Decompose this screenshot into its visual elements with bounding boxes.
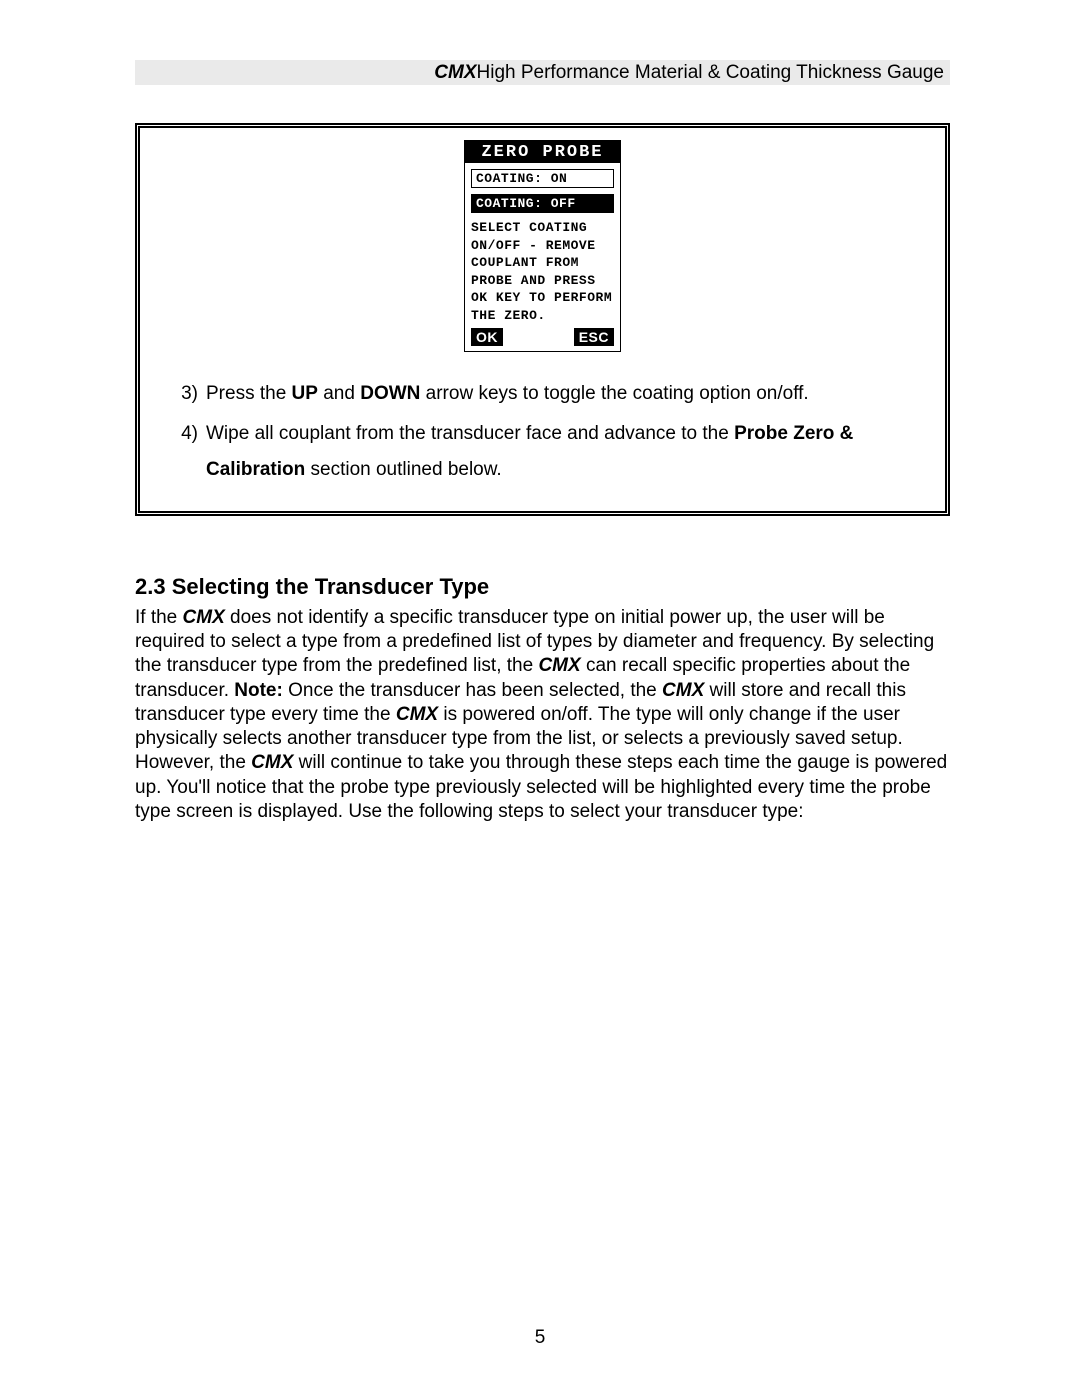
key-down: DOWN (360, 383, 420, 404)
t: If the (135, 607, 183, 628)
note-label: Note: (234, 680, 283, 701)
ok-button[interactable]: OK (471, 328, 503, 346)
step-4: 4) Wipe all couplant from the transducer… (168, 416, 917, 488)
step-number: 4) (168, 416, 206, 488)
msg-line: OK KEY TO PERFORM (471, 289, 614, 307)
brand-ref: CMX (396, 704, 438, 725)
section-heading: 2.3 Selecting the Transducer Type (135, 574, 950, 600)
t: Press the (206, 383, 292, 404)
device-screen: ZERO PROBE COATING: ON COATING: OFF SELE… (464, 140, 621, 352)
brand-ref: CMX (662, 680, 704, 701)
page-header: CMX High Performance Material & Coating … (135, 60, 950, 85)
step-text: Press the UP and DOWN arrow keys to togg… (206, 376, 917, 412)
screen-body: COATING: ON COATING: OFF SELECT COATING … (465, 163, 620, 328)
page-number: 5 (0, 1327, 1080, 1349)
msg-line: ON/OFF - REMOVE (471, 237, 614, 255)
header-tail: High Performance Material & Coating Thic… (477, 62, 945, 84)
msg-line: SELECT COATING (471, 219, 614, 237)
screen-message: SELECT COATING ON/OFF - REMOVE COUPLANT … (471, 219, 614, 324)
key-up: UP (292, 383, 318, 404)
brand-ref: CMX (251, 752, 293, 773)
section-paragraph: If the CMX does not identify a specific … (135, 606, 950, 825)
t: and (318, 383, 360, 404)
t: Once the transducer has been selected, t… (283, 680, 662, 701)
step-list: 3) Press the UP and DOWN arrow keys to t… (168, 376, 917, 488)
header-brand: CMX (434, 62, 476, 84)
step-3: 3) Press the UP and DOWN arrow keys to t… (168, 376, 917, 412)
screen-title: ZERO PROBE (465, 141, 620, 163)
coating-on-option[interactable]: COATING: ON (471, 169, 614, 188)
t: Wipe all couplant from the transducer fa… (206, 423, 734, 444)
msg-line: COUPLANT FROM (471, 254, 614, 272)
t: section outlined below. (305, 459, 501, 480)
t: arrow keys to toggle the coating option … (420, 383, 808, 404)
step-number: 3) (168, 376, 206, 412)
brand-ref: CMX (538, 655, 580, 676)
instruction-panel: ZERO PROBE COATING: ON COATING: OFF SELE… (135, 123, 950, 516)
screen-footer: OK ESC (465, 328, 620, 351)
msg-line: THE ZERO. (471, 307, 614, 325)
esc-button[interactable]: ESC (574, 328, 614, 346)
step-text: Wipe all couplant from the transducer fa… (206, 416, 917, 488)
coating-off-option[interactable]: COATING: OFF (471, 194, 614, 213)
brand-ref: CMX (183, 607, 225, 628)
device-screen-wrap: ZERO PROBE COATING: ON COATING: OFF SELE… (168, 140, 917, 352)
msg-line: PROBE AND PRESS (471, 272, 614, 290)
